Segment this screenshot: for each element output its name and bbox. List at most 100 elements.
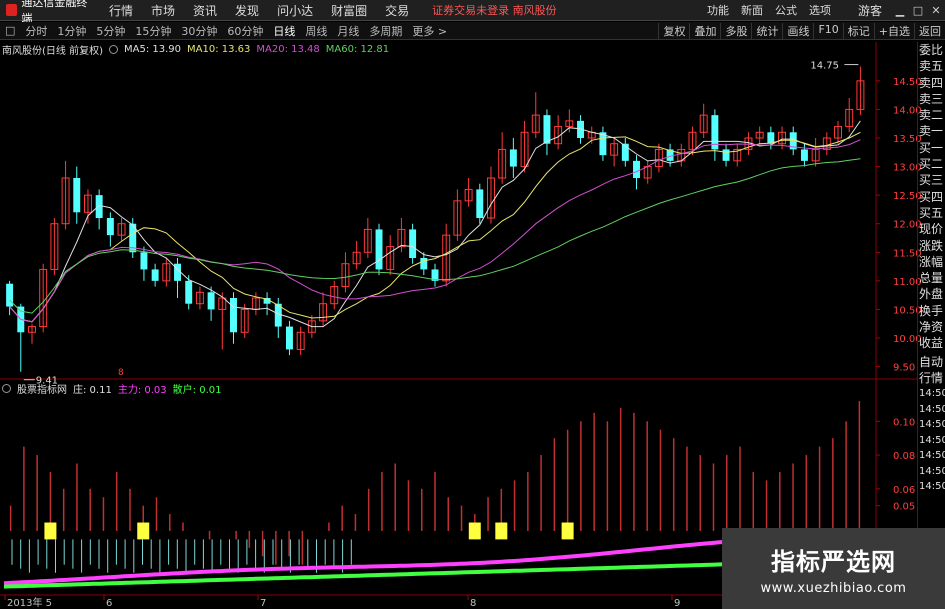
- sidebar-time-0: 14:50: [919, 388, 945, 400]
- period-tab-4[interactable]: 30分钟: [176, 23, 222, 39]
- candle-body: [218, 297, 227, 310]
- sidebar-bottom-item-0[interactable]: 自动: [918, 354, 945, 370]
- candle-body: [409, 229, 417, 258]
- sidebar-item-13[interactable]: 涨幅: [918, 254, 945, 270]
- tool-button-0[interactable]: 复权: [658, 22, 689, 39]
- indicator-v3: 散户: 0.01: [172, 384, 222, 396]
- tool-button-4[interactable]: 画线: [782, 22, 813, 39]
- menu-right-item-2[interactable]: 公式: [769, 2, 803, 18]
- tool-button-2[interactable]: 多股: [720, 22, 751, 39]
- candle-body: [476, 189, 484, 218]
- indicator-settings-icon[interactable]: [108, 44, 118, 54]
- menu-item-0[interactable]: 行情: [100, 2, 142, 19]
- main-menu: 行情 市场 资讯 发现 问小达 财富圈 交易: [100, 2, 418, 19]
- login-notice[interactable]: 证券交易未登录 南风股份: [432, 2, 557, 18]
- sidebar-item-4[interactable]: 卖二: [918, 107, 945, 123]
- sidebar-bottom-item-1[interactable]: 行情: [918, 370, 945, 386]
- menu-item-5[interactable]: 财富圈: [322, 2, 376, 19]
- period-tab-7[interactable]: 周线: [300, 23, 332, 39]
- sidebar-item-17[interactable]: 净资: [918, 319, 945, 335]
- candle-body: [162, 263, 171, 282]
- sidebar-item-16[interactable]: 换手: [918, 303, 945, 319]
- sidebar-item-5[interactable]: 卖一: [918, 123, 945, 139]
- period-tab-6[interactable]: 日线: [268, 23, 300, 39]
- menu-right-item-3[interactable]: 选项: [803, 2, 837, 18]
- candle-body: [520, 131, 529, 168]
- period-tab-0[interactable]: 分时: [20, 23, 52, 39]
- candle-body: [767, 132, 775, 144]
- menu-item-4[interactable]: 问小达: [268, 2, 322, 19]
- candle-body: [375, 229, 383, 270]
- period-tab-9[interactable]: 多周期: [364, 23, 407, 39]
- candle-body: [509, 149, 517, 167]
- candle-body: [386, 246, 395, 270]
- sidebar-item-12[interactable]: 涨跌: [918, 238, 945, 254]
- period-tab-5[interactable]: 60分钟: [222, 23, 268, 39]
- app-logo-icon: [6, 4, 18, 16]
- period-tab-8[interactable]: 月线: [332, 23, 364, 39]
- sidebar-item-2[interactable]: 卖四: [918, 75, 945, 91]
- candle-body: [699, 114, 708, 133]
- candle-body: [274, 303, 282, 327]
- candle-body: [185, 280, 193, 304]
- tool-button-5[interactable]: F10: [813, 22, 842, 39]
- candle-body: [95, 195, 103, 218]
- candle-body: [577, 120, 585, 138]
- tool-button-7[interactable]: +自选: [873, 22, 914, 39]
- sidebar-item-9[interactable]: 买四: [918, 189, 945, 205]
- menu-item-1[interactable]: 市场: [142, 2, 184, 19]
- sidebar-item-3[interactable]: 卖三: [918, 91, 945, 107]
- minimize-icon[interactable]: ▁: [891, 4, 909, 17]
- candle-body: [106, 218, 114, 236]
- period-tab-3[interactable]: 15分钟: [130, 23, 176, 39]
- sidebar-item-6[interactable]: 买一: [918, 140, 945, 156]
- candle-body: [363, 228, 372, 253]
- candle-body: [677, 148, 686, 162]
- restore-icon[interactable]: □: [909, 4, 927, 17]
- date-label: 9: [674, 598, 680, 609]
- yellow-signal-block: [44, 522, 57, 540]
- period-tab-10[interactable]: 更多 >: [407, 23, 452, 39]
- ma60-label: MA60: 12.81: [325, 43, 390, 55]
- guest-label[interactable]: 游客: [849, 2, 891, 19]
- indicator-legend: 股票指标网 庄: 0.11 主力: 0.03 散户: 0.01: [2, 381, 222, 396]
- sidebar-item-18[interactable]: 收益: [918, 335, 945, 351]
- high-price-label: 14.75: [810, 61, 839, 72]
- layout-icon[interactable]: □: [0, 24, 20, 37]
- menu-item-2[interactable]: 资讯: [184, 2, 226, 19]
- menu-item-3[interactable]: 发现: [226, 2, 268, 19]
- chart-canvas[interactable]: 14.5014.0013.5013.0012.5012.0011.5011.00…: [0, 0, 945, 609]
- ma20-label: MA20: 13.48: [256, 43, 320, 55]
- menu-item-6[interactable]: 交易: [376, 2, 418, 19]
- sidebar-item-11[interactable]: 现价: [918, 221, 945, 237]
- tool-button-8[interactable]: 返回: [914, 22, 945, 39]
- sidebar-item-1[interactable]: 卖五: [918, 58, 945, 74]
- indicator-settings-icon-2[interactable]: [2, 383, 11, 393]
- candle-body: [240, 308, 249, 333]
- sidebar-item-0[interactable]: 委比: [918, 42, 945, 58]
- candle-body: [319, 303, 328, 322]
- sidebar-item-7[interactable]: 买二: [918, 156, 945, 172]
- quote-sidebar: 委比 卖五 卖四 卖三 卖二 卖一 买一 买二 买三 买四 买五 现价 涨跌 涨幅 总量 外盘 换手 净资 收益 自…: [917, 42, 945, 609]
- sidebar-time-2: 14:50: [919, 419, 945, 431]
- candle-body: [811, 148, 820, 162]
- date-label: 7: [260, 598, 266, 609]
- candle-body: [140, 252, 148, 270]
- period-tab-1[interactable]: 1分钟: [52, 23, 91, 39]
- candle-body: [666, 149, 674, 161]
- tool-button-3[interactable]: 统计: [751, 22, 782, 39]
- tool-button-6[interactable]: 标记: [842, 22, 874, 39]
- sidebar-item-14[interactable]: 总量: [918, 270, 945, 286]
- tool-button-1[interactable]: 叠加: [689, 22, 720, 39]
- sidebar-item-8[interactable]: 买三: [918, 172, 945, 188]
- date-label: 6: [106, 598, 112, 609]
- candle-body: [296, 331, 305, 350]
- close-icon[interactable]: ✕: [927, 4, 945, 17]
- period-tab-2[interactable]: 5分钟: [91, 23, 130, 39]
- candle-body: [755, 131, 764, 139]
- menu-right-item-1[interactable]: 新面: [735, 2, 769, 18]
- sidebar-item-15[interactable]: 外盘: [918, 286, 945, 302]
- menu-right-item-0[interactable]: 功能: [701, 2, 735, 18]
- sidebar-item-10[interactable]: 买五: [918, 205, 945, 221]
- candle-body: [129, 223, 137, 253]
